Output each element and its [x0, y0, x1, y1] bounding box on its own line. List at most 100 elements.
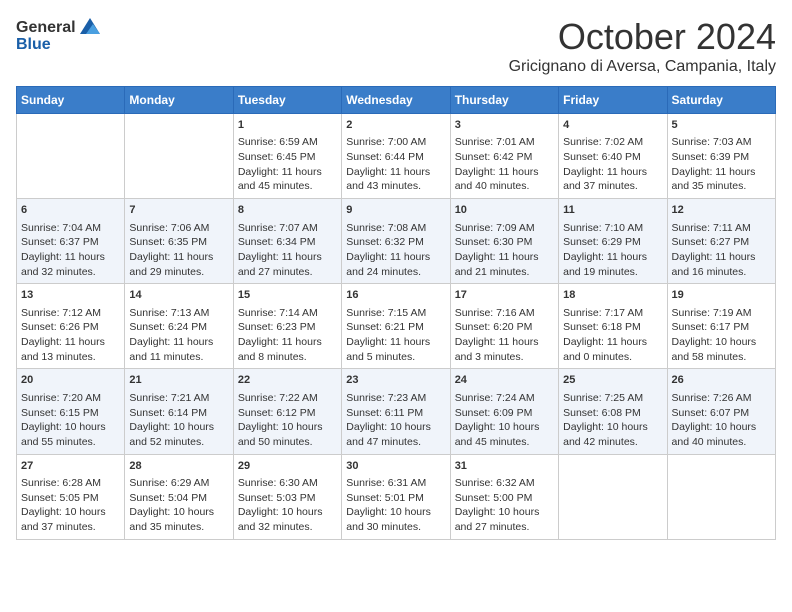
day-info: Sunset: 6:35 PM	[129, 235, 228, 250]
day-number: 3	[455, 118, 554, 133]
day-info: Sunset: 6:09 PM	[455, 406, 554, 421]
title-section: October 2024 Gricignano di Aversa, Campa…	[509, 16, 776, 76]
calendar-cell: 21Sunrise: 7:21 AMSunset: 6:14 PMDayligh…	[125, 369, 233, 454]
day-info: Sunrise: 6:30 AM	[238, 476, 337, 491]
day-info: Sunset: 6:21 PM	[346, 320, 445, 335]
day-info: Sunset: 6:34 PM	[238, 235, 337, 250]
calendar-cell: 15 Sunrise: 7:14 AMSunset: 6:23 PMDayligh…	[233, 284, 341, 369]
day-info: Daylight: 10 hours and 27 minutes.	[455, 505, 554, 534]
day-number: 16	[346, 288, 445, 303]
day-info: Sunset: 6:12 PM	[238, 406, 337, 421]
day-info: Sunset: 6:14 PM	[129, 406, 228, 421]
day-info: Sunset: 6:20 PM	[455, 320, 554, 335]
calendar-cell: 28Sunrise: 6:29 AMSunset: 5:04 PMDayligh…	[125, 454, 233, 539]
day-info: Sunrise: 7:14 AM	[238, 306, 337, 321]
day-info: Sunrise: 7:24 AM	[455, 391, 554, 406]
calendar-cell: 22Sunrise: 7:22 AMSunset: 6:12 PMDayligh…	[233, 369, 341, 454]
calendar-cell: 12Sunrise: 7:11 AMSunset: 6:27 PMDayligh…	[667, 199, 775, 284]
day-header-saturday: Saturday	[667, 87, 775, 114]
day-info: Sunset: 6:08 PM	[563, 406, 662, 421]
location-title: Gricignano di Aversa, Campania, Italy	[509, 58, 776, 76]
calendar-cell: 3Sunrise: 7:01 AMSunset: 6:42 PMDaylight…	[450, 114, 558, 199]
day-info: Daylight: 11 hours and 40 minutes.	[455, 165, 554, 194]
day-info: Sunset: 5:03 PM	[238, 491, 337, 506]
day-info: Daylight: 10 hours and 52 minutes.	[129, 420, 228, 449]
day-info: Daylight: 11 hours and 5 minutes.	[346, 335, 445, 364]
day-info: Sunset: 6:15 PM	[21, 406, 120, 421]
day-info: Sunrise: 7:23 AM	[346, 391, 445, 406]
day-info: Daylight: 11 hours and 0 minutes.	[563, 335, 662, 364]
day-header-wednesday: Wednesday	[342, 87, 450, 114]
day-info: Sunset: 6:27 PM	[672, 235, 771, 250]
month-title: October 2024	[509, 16, 776, 58]
calendar-cell: 10Sunrise: 7:09 AMSunset: 6:30 PMDayligh…	[450, 199, 558, 284]
calendar-cell: 27Sunrise: 6:28 AMSunset: 5:05 PMDayligh…	[17, 454, 125, 539]
day-number: 21	[129, 373, 228, 388]
day-info: Sunrise: 7:22 AM	[238, 391, 337, 406]
day-info: Daylight: 11 hours and 3 minutes.	[455, 335, 554, 364]
calendar-cell: 23Sunrise: 7:23 AMSunset: 6:11 PMDayligh…	[342, 369, 450, 454]
day-info: Daylight: 10 hours and 35 minutes.	[129, 505, 228, 534]
calendar-cell: 26Sunrise: 7:26 AMSunset: 6:07 PMDayligh…	[667, 369, 775, 454]
day-number: 26	[672, 373, 771, 388]
calendar-cell: 19Sunrise: 7:19 AMSunset: 6:17 PMDayligh…	[667, 284, 775, 369]
day-number: 24	[455, 373, 554, 388]
day-header-sunday: Sunday	[17, 87, 125, 114]
header-row: SundayMondayTuesdayWednesdayThursdayFrid…	[17, 87, 776, 114]
day-number: 11	[563, 203, 662, 218]
logo-general-text: General	[16, 19, 76, 37]
day-info: Sunrise: 6:31 AM	[346, 476, 445, 491]
day-info: Daylight: 10 hours and 47 minutes.	[346, 420, 445, 449]
day-number: 1	[238, 118, 337, 133]
calendar-cell: 11Sunrise: 7:10 AMSunset: 6:29 PMDayligh…	[559, 199, 667, 284]
day-info: Sunrise: 7:13 AM	[129, 306, 228, 321]
day-info: Daylight: 11 hours and 37 minutes.	[563, 165, 662, 194]
day-info: Sunrise: 7:16 AM	[455, 306, 554, 321]
day-info: Daylight: 11 hours and 19 minutes.	[563, 250, 662, 279]
day-info: Sunrise: 7:11 AM	[672, 221, 771, 236]
day-info: Sunset: 6:11 PM	[346, 406, 445, 421]
day-info: Sunset: 5:00 PM	[455, 491, 554, 506]
day-number: 4	[563, 118, 662, 133]
day-info: Sunrise: 7:17 AM	[563, 306, 662, 321]
day-info: Daylight: 11 hours and 8 minutes.	[238, 335, 337, 364]
day-header-thursday: Thursday	[450, 87, 558, 114]
day-info: Daylight: 11 hours and 45 minutes.	[238, 165, 337, 194]
day-number: 2	[346, 118, 445, 133]
day-info: Daylight: 11 hours and 13 minutes.	[21, 335, 120, 364]
day-number: 15	[238, 288, 337, 303]
calendar-cell	[17, 114, 125, 199]
day-header-tuesday: Tuesday	[233, 87, 341, 114]
calendar-cell: 25Sunrise: 7:25 AMSunset: 6:08 PMDayligh…	[559, 369, 667, 454]
day-number: 25	[563, 373, 662, 388]
calendar-cell: 2Sunrise: 7:00 AMSunset: 6:44 PMDaylight…	[342, 114, 450, 199]
day-number: 7	[129, 203, 228, 218]
day-info: Daylight: 10 hours and 40 minutes.	[672, 420, 771, 449]
day-info: Sunset: 6:37 PM	[21, 235, 120, 250]
day-info: Sunrise: 7:20 AM	[21, 391, 120, 406]
calendar-week-2: 6Sunrise: 7:04 AMSunset: 6:37 PMDaylight…	[17, 199, 776, 284]
day-info: Daylight: 10 hours and 58 minutes.	[672, 335, 771, 364]
calendar-week-4: 20Sunrise: 7:20 AMSunset: 6:15 PMDayligh…	[17, 369, 776, 454]
logo-icon	[78, 16, 102, 40]
calendar-cell	[559, 454, 667, 539]
day-info: Sunset: 6:23 PM	[238, 320, 337, 335]
day-info: Daylight: 10 hours and 30 minutes.	[346, 505, 445, 534]
calendar-cell: 8Sunrise: 7:07 AMSunset: 6:34 PMDaylight…	[233, 199, 341, 284]
calendar-cell	[125, 114, 233, 199]
day-info: Sunrise: 7:19 AM	[672, 306, 771, 321]
day-number: 28	[129, 459, 228, 474]
day-info: Sunrise: 7:06 AM	[129, 221, 228, 236]
calendar-cell: 30Sunrise: 6:31 AMSunset: 5:01 PMDayligh…	[342, 454, 450, 539]
calendar-cell: 16Sunrise: 7:15 AMSunset: 6:21 PMDayligh…	[342, 284, 450, 369]
day-info: Daylight: 10 hours and 55 minutes.	[21, 420, 120, 449]
day-number: 19	[672, 288, 771, 303]
calendar-cell: 7Sunrise: 7:06 AMSunset: 6:35 PMDaylight…	[125, 199, 233, 284]
day-info: Sunrise: 6:29 AM	[129, 476, 228, 491]
day-info: Sunset: 6:18 PM	[563, 320, 662, 335]
day-info: Sunset: 6:26 PM	[21, 320, 120, 335]
calendar-cell: 4Sunrise: 7:02 AMSunset: 6:40 PMDaylight…	[559, 114, 667, 199]
day-info: Daylight: 10 hours and 32 minutes.	[238, 505, 337, 534]
day-number: 6	[21, 203, 120, 218]
day-info: Sunset: 6:39 PM	[672, 150, 771, 165]
